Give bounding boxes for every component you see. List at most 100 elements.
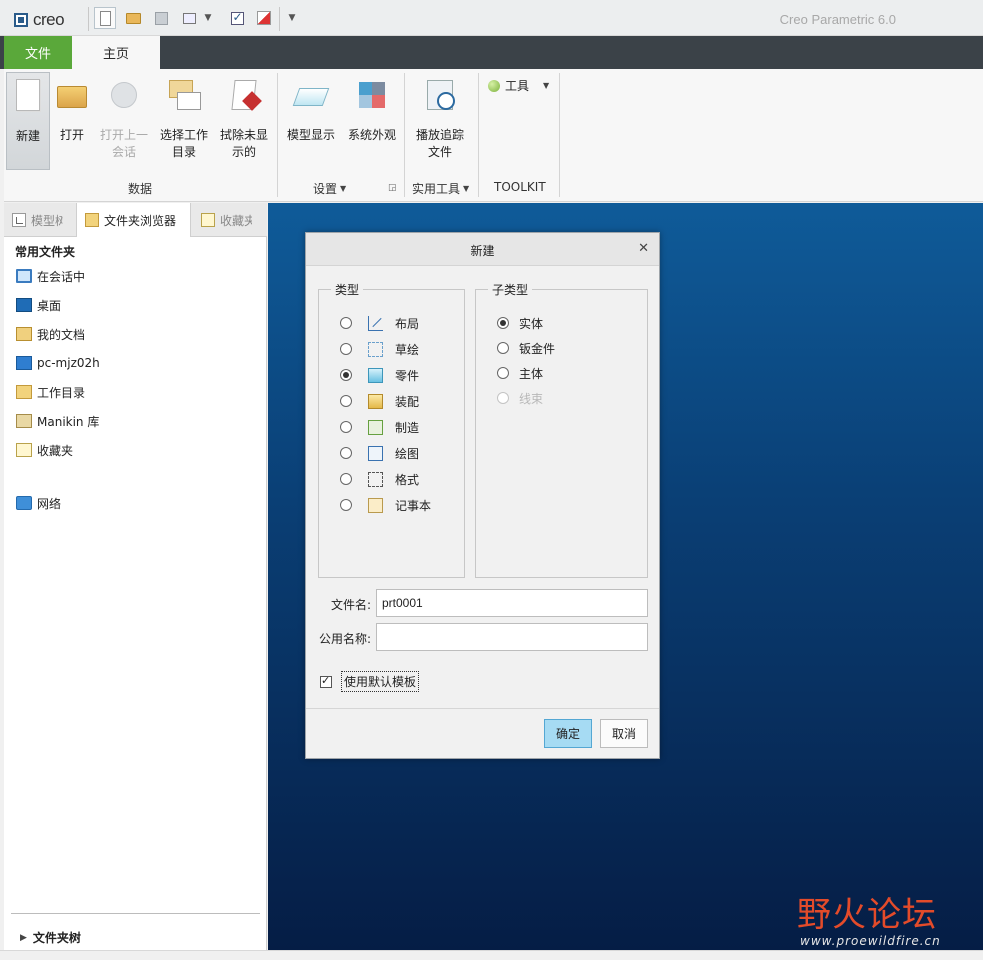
settings-dialog-launcher-icon[interactable]: ◲ [388,183,397,193]
tab-file[interactable]: 文件 [4,36,72,69]
radio-button[interactable] [497,342,509,354]
quick-window-dropdown[interactable]: ▼ [201,7,215,29]
type-option-assembly[interactable]: 装配 [340,392,419,410]
quick-new-button[interactable] [94,7,116,29]
new-button[interactable]: 新建 [6,72,50,170]
radio-button[interactable] [340,369,352,381]
use-default-template-checkbox[interactable]: 使用默认模板 [320,671,420,692]
app-title: Creo Parametric 6.0 [779,12,896,27]
erase-not-displayed-label-2: 示的 [231,145,256,159]
type-option-layout[interactable]: 布局 [340,314,419,332]
system-appearance-label: 系统外观 [347,128,396,142]
type-option-notebook[interactable]: 记事本 [340,496,431,514]
folder-tree-toggle[interactable]: ▶ 文件夹树 [20,929,81,946]
open-last-session-icon [107,78,141,112]
erase-not-displayed-button[interactable]: 拭除未显 示的 [216,72,272,170]
quick-save-button[interactable] [150,7,172,29]
quick-erase-button[interactable] [253,7,275,29]
tools-icon [488,79,500,92]
caret-down-icon: ▼ [463,184,470,193]
favorites-icon [16,443,32,457]
sketch-icon [368,341,383,357]
open-last-session-label-1: 打开上一 [99,128,148,142]
subtype-option-label: 线束 [519,391,544,406]
model-display-label: 模型显示 [286,128,335,142]
format-icon [368,471,383,487]
type-option-sketch[interactable]: 草绘 [340,340,419,358]
radio-button[interactable] [340,473,352,485]
radio-button[interactable] [340,395,352,407]
ribbon-group-divider [404,73,405,197]
radio-button[interactable] [340,343,352,355]
type-option-format[interactable]: 格式 [340,470,419,488]
folder-item-my-documents[interactable]: 我的文档 [16,324,85,344]
quick-window-button[interactable] [178,7,200,29]
folder-item-manikin-library[interactable]: Manikin 库 [16,411,99,431]
select-working-dir-icon [167,78,201,112]
open-last-session-button[interactable]: 打开上一 会话 [96,72,152,170]
type-option-drawing[interactable]: 绘图 [340,444,419,462]
folder-item-label: 我的文档 [37,327,86,342]
subtype-option-label: 钣金件 [519,341,556,356]
type-option-label: 装配 [395,394,420,409]
network-icon [16,496,32,510]
folder-item-working-directory[interactable]: 工作目录 [16,382,85,402]
radio-button[interactable] [340,447,352,459]
type-option-manufacturing[interactable]: 制造 [340,418,419,436]
tab-folder-browser-label: 文件夹浏览器 [104,213,177,228]
tools-dropdown[interactable]: 工具 ▼ [488,77,549,94]
radio-button[interactable] [340,421,352,433]
tools-label: 工具 [505,79,530,93]
filename-label: 文件名: [330,598,371,612]
erase-icon [257,11,271,25]
folder-item-network[interactable]: 网络 [16,493,61,513]
subtype-option-harness: 线束 [497,389,543,407]
subtype-option-solid[interactable]: 实体 [497,314,543,332]
close-icon[interactable]: ✕ [638,241,649,256]
folder-item-desktop[interactable]: 桌面 [16,295,61,315]
system-appearance-button[interactable]: 系统外观 [344,72,400,170]
caret-down-icon: ▼ [288,13,296,23]
type-option-part[interactable]: 零件 [340,366,419,384]
subtype-option-body[interactable]: 主体 [497,364,543,382]
notebook-icon [368,497,383,513]
model-display-button[interactable]: 模型显示 [284,72,338,170]
caret-down-icon: ▼ [543,81,550,90]
radio-button[interactable] [497,367,509,379]
type-group: 类型 布局 草绘 零件 装配 制造 绘图 格式 记事本 [318,281,465,578]
ok-button[interactable]: 确定 [544,719,592,748]
group-label-settings: 设置 [313,182,338,196]
subtype-option-sheetmetal[interactable]: 钣金件 [497,339,555,357]
tab-model-tree[interactable]: 模型树 [4,203,76,237]
open-button[interactable]: 打开 [52,72,92,170]
radio-button[interactable] [340,317,352,329]
select-working-dir-button[interactable]: 选择工作 目录 [156,72,212,170]
play-trail-button[interactable]: 播放追踪 文件 [410,72,470,170]
checkbox-checked[interactable] [320,674,332,688]
quick-regenerate-button[interactable] [226,7,248,29]
status-bar [0,950,983,960]
group-settings-dropdown[interactable]: 设置 ▼ [313,180,346,197]
ribbon: 新建 打开 打开上一 会话 选择工作 目录 拭除未显 示的 模型显示 系统外观 … [4,69,983,202]
folder-item-computer[interactable]: pc-mjz02h [16,353,100,373]
new-button-label: 新建 [15,129,40,143]
favorites-icon [201,213,215,227]
folder-item-label: 在会话中 [37,269,86,284]
tab-home[interactable]: 主页 [72,36,160,69]
folder-item-favorites[interactable]: 收藏夹 [16,440,73,460]
cancel-button[interactable]: 取消 [600,719,648,748]
common-name-input[interactable] [376,623,648,651]
tab-favorites[interactable]: 收藏夹 [193,203,267,237]
tab-folder-browser[interactable]: 文件夹浏览器 [76,203,191,237]
subtype-option-label: 实体 [519,316,544,331]
group-utilities-dropdown[interactable]: 实用工具 ▼ [412,180,469,197]
quick-open-button[interactable] [122,7,144,29]
watermark-logo: 野火论坛 [797,895,937,935]
caret-down-icon: ▼ [340,184,347,193]
window-icon [182,12,196,24]
radio-button[interactable] [340,499,352,511]
folder-item-in-session[interactable]: 在会话中 [16,266,85,286]
quick-access-customize[interactable]: ▼ [284,7,300,29]
radio-button[interactable] [497,317,509,329]
filename-input[interactable]: prt0001 [376,589,648,617]
